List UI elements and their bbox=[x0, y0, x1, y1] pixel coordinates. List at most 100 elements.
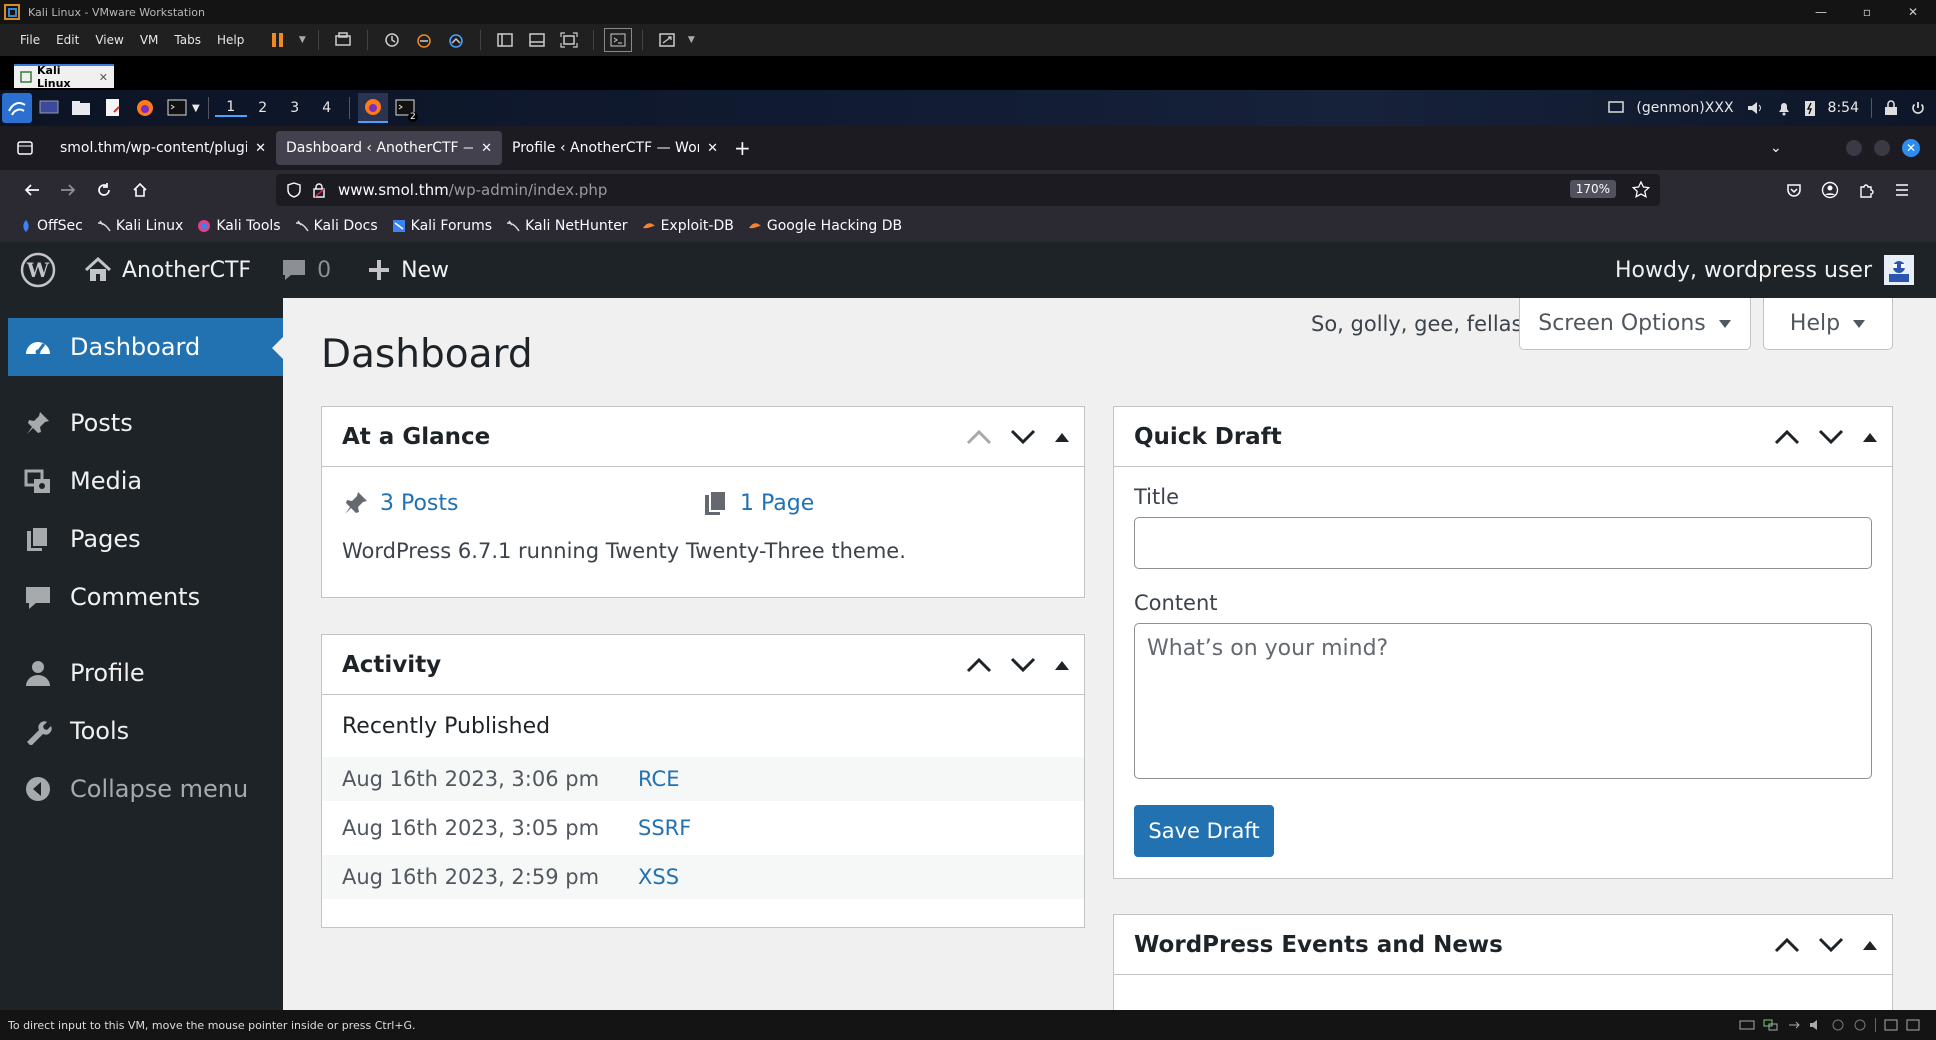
notification-bell-icon[interactable] bbox=[1776, 100, 1792, 116]
post-link[interactable]: RCE bbox=[638, 767, 679, 791]
move-up-icon[interactable] bbox=[1774, 429, 1800, 445]
bookmark-kali-tools[interactable]: Kali Tools bbox=[197, 218, 281, 234]
tracking-shield-icon[interactable] bbox=[286, 182, 302, 198]
display-icon[interactable] bbox=[1831, 1019, 1845, 1031]
firefox-window-icon[interactable] bbox=[357, 93, 388, 123]
sidebar-item-posts[interactable]: Posts bbox=[0, 394, 283, 452]
terminal-window-icon[interactable]: 2 bbox=[390, 93, 420, 123]
terminal-launcher-icon[interactable] bbox=[162, 93, 192, 123]
bookmark-kali-linux[interactable]: Kali Linux bbox=[97, 218, 183, 234]
workspace-3[interactable]: 3 bbox=[279, 100, 311, 116]
menu-tabs[interactable]: Tabs bbox=[166, 33, 209, 47]
move-down-icon[interactable] bbox=[1818, 429, 1844, 445]
lock-screen-icon[interactable] bbox=[1884, 100, 1898, 116]
browser-tab-plugin[interactable]: smol.thm/wp-content/plugin ✕ bbox=[50, 131, 276, 165]
posts-count-link[interactable]: 3 Posts bbox=[342, 489, 702, 517]
account-icon[interactable] bbox=[1812, 174, 1848, 206]
text-editor-icon[interactable] bbox=[98, 93, 128, 123]
sidebar-item-pages[interactable]: Pages bbox=[0, 510, 283, 568]
post-link[interactable]: SSRF bbox=[638, 816, 691, 840]
bookmark-offsec[interactable]: OffSec bbox=[20, 218, 83, 234]
firefox-view-icon[interactable] bbox=[0, 141, 50, 155]
vm-tab-kali-linux[interactable]: Kali Linux ✕ bbox=[14, 64, 114, 90]
toggle-panel-icon[interactable] bbox=[1054, 431, 1070, 443]
firefox-launcher-icon[interactable] bbox=[130, 93, 160, 123]
forward-icon[interactable] bbox=[50, 174, 86, 206]
wp-logo-menu[interactable]: W bbox=[0, 242, 68, 298]
reload-icon[interactable] bbox=[86, 174, 122, 206]
list-all-tabs-icon[interactable]: ⌄ bbox=[1770, 140, 1782, 156]
sidebar-item-comments[interactable]: Comments bbox=[0, 568, 283, 626]
sidebar-item-tools[interactable]: Tools bbox=[0, 702, 283, 760]
back-icon[interactable] bbox=[14, 174, 50, 206]
move-down-icon[interactable] bbox=[1010, 429, 1036, 445]
new-tab-icon[interactable]: + bbox=[734, 136, 751, 160]
clock[interactable]: 8:54 bbox=[1828, 100, 1859, 116]
move-down-icon[interactable] bbox=[1818, 937, 1844, 953]
chevron-down-icon[interactable]: ▼ bbox=[685, 28, 697, 52]
usb-icon[interactable] bbox=[1787, 1019, 1801, 1031]
browser-tab-dashboard[interactable]: Dashboard ‹ AnotherCTF — W ✕ bbox=[276, 131, 502, 165]
bookmark-star-icon[interactable] bbox=[1632, 181, 1650, 199]
home-icon[interactable] bbox=[122, 174, 158, 206]
maximize-window-icon[interactable] bbox=[1874, 140, 1890, 156]
kali-menu-icon[interactable] bbox=[2, 93, 32, 123]
toggle-panel-icon[interactable] bbox=[1054, 659, 1070, 671]
bookmark-exploit-db[interactable]: Exploit-DB bbox=[642, 218, 734, 234]
site-name-menu[interactable]: AnotherCTF bbox=[68, 242, 263, 298]
widget-header[interactable]: Activity bbox=[322, 635, 1084, 695]
library-view-icon[interactable] bbox=[491, 28, 519, 52]
url-bar[interactable]: www.smol.thm/wp-admin/index.php 170% bbox=[276, 174, 1660, 206]
bookmark-kali-forums[interactable]: Kali Forums bbox=[392, 218, 492, 234]
bookmark-kali-nethunter[interactable]: Kali NetHunter bbox=[506, 218, 628, 234]
pages-count-link[interactable]: 1 Page bbox=[702, 489, 814, 517]
move-down-icon[interactable] bbox=[1010, 657, 1036, 673]
file-manager-icon[interactable] bbox=[66, 93, 96, 123]
workspace-4[interactable]: 4 bbox=[311, 100, 343, 116]
snapshot-icon[interactable] bbox=[378, 28, 406, 52]
snapshot-manager-icon[interactable] bbox=[442, 28, 470, 52]
network-icon[interactable] bbox=[1763, 1019, 1779, 1031]
app-menu-icon[interactable] bbox=[1884, 174, 1920, 206]
chevron-down-icon[interactable]: ▼ bbox=[192, 103, 200, 114]
revert-snapshot-icon[interactable] bbox=[410, 28, 438, 52]
widget-header[interactable]: Quick Draft bbox=[1114, 407, 1892, 467]
console-view-icon[interactable] bbox=[604, 28, 633, 52]
chevron-down-icon[interactable]: ▼ bbox=[296, 28, 308, 52]
zoom-level-badge[interactable]: 170% bbox=[1569, 180, 1616, 198]
sidebar-item-dashboard[interactable]: Dashboard bbox=[8, 318, 284, 376]
send-keys-icon[interactable] bbox=[329, 28, 357, 52]
new-content-menu[interactable]: New bbox=[343, 242, 461, 298]
save-draft-button[interactable]: Save Draft bbox=[1134, 805, 1274, 857]
menu-help[interactable]: Help bbox=[209, 33, 252, 47]
power-icon[interactable] bbox=[1910, 100, 1926, 116]
volume-icon[interactable] bbox=[1746, 100, 1764, 116]
move-up-icon[interactable] bbox=[966, 429, 992, 445]
browser-tab-profile[interactable]: Profile ‹ AnotherCTF — Word ✕ bbox=[502, 131, 728, 165]
menu-view[interactable]: View bbox=[87, 33, 131, 47]
thumbnail-view-icon[interactable] bbox=[523, 28, 551, 52]
bookmark-google-hacking-db[interactable]: Google Hacking DB bbox=[748, 218, 902, 234]
post-link[interactable]: XSS bbox=[638, 865, 679, 889]
widget-header[interactable]: At a Glance bbox=[322, 407, 1084, 467]
workspace-1[interactable]: 1 bbox=[214, 99, 247, 117]
toggle-panel-icon[interactable] bbox=[1862, 939, 1878, 951]
collapse-menu-button[interactable]: Collapse menu bbox=[0, 760, 283, 818]
lock-icon[interactable] bbox=[312, 182, 326, 198]
message-log-icon[interactable] bbox=[1906, 1019, 1920, 1031]
sidebar-item-profile[interactable]: Profile bbox=[0, 644, 283, 702]
show-desktop-icon[interactable] bbox=[34, 93, 64, 123]
close-icon[interactable]: ✕ bbox=[99, 71, 108, 84]
pause-icon[interactable] bbox=[264, 28, 292, 52]
close-window-icon[interactable]: ✕ bbox=[1902, 139, 1920, 157]
close-tab-icon[interactable]: ✕ bbox=[707, 141, 718, 156]
draft-title-input[interactable] bbox=[1134, 517, 1872, 569]
comments-menu[interactable]: 0 bbox=[263, 242, 343, 298]
menu-file[interactable]: File bbox=[12, 33, 48, 47]
screen-options-button[interactable]: Screen Options bbox=[1519, 298, 1751, 350]
draft-content-textarea[interactable]: What’s on your mind? bbox=[1134, 623, 1872, 779]
close-tab-icon[interactable]: ✕ bbox=[481, 141, 492, 156]
stretch-icon[interactable] bbox=[653, 28, 681, 52]
bookmark-kali-docs[interactable]: Kali Docs bbox=[295, 218, 378, 234]
sidebar-item-media[interactable]: Media bbox=[0, 452, 283, 510]
